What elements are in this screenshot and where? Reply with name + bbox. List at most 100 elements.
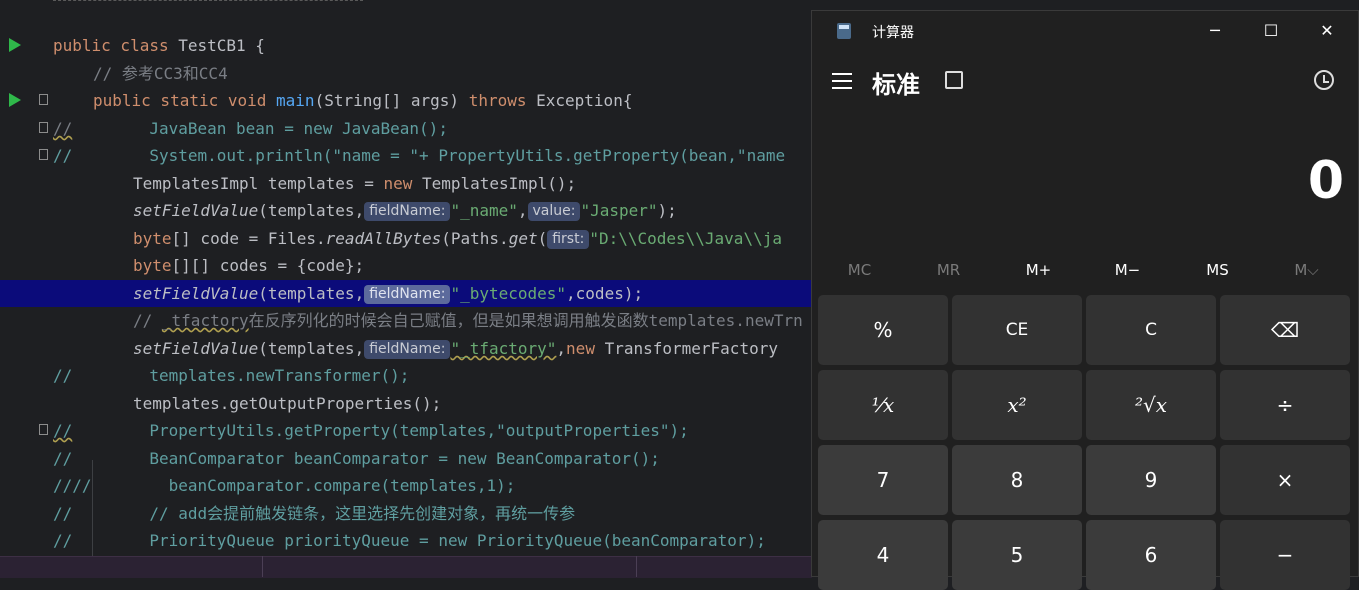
code-line[interactable]: // PropertyUtils.getProperty(templates,"… — [0, 417, 820, 444]
close-button[interactable]: ✕ — [1299, 11, 1355, 49]
minimize-button[interactable]: ─ — [1187, 11, 1243, 49]
memory-recall-button[interactable]: MR — [904, 261, 993, 279]
code-text: ); — [657, 201, 677, 220]
clear-button[interactable]: C — [1086, 295, 1216, 365]
code-text: (templates, — [258, 339, 365, 358]
fold-icon[interactable] — [39, 94, 48, 105]
code-line-selected[interactable]: setFieldValue(templates, fieldName: "_byte… — [0, 280, 820, 307]
history-icon[interactable] — [1314, 70, 1334, 90]
method-name: main — [276, 91, 315, 110]
code-text: (templates, — [258, 201, 365, 220]
keyword: public class — [53, 36, 179, 55]
memory-add-button[interactable]: M+ — [994, 261, 1083, 279]
code-text: (String[] args) — [314, 91, 469, 110]
fold-icon[interactable] — [39, 424, 48, 435]
comment-marker: // — [53, 421, 73, 440]
code-line[interactable]: // // add会提前触发链条，这里选择先创建对象，再统一传参 — [0, 500, 820, 527]
menu-icon[interactable] — [832, 73, 852, 89]
multiply-button[interactable]: × — [1220, 445, 1350, 515]
digit-6-button[interactable]: 6 — [1086, 520, 1216, 590]
percent-button[interactable]: % — [818, 295, 948, 365]
keyword: throws — [468, 91, 537, 110]
keep-on-top-icon[interactable] — [945, 71, 963, 89]
run-icon[interactable] — [9, 93, 21, 107]
code-text: TemplatesImpl templates = — [133, 174, 384, 193]
comment: // — [133, 311, 162, 330]
memory-store-button[interactable]: MS — [1173, 261, 1262, 279]
string-literal: "_name" — [450, 201, 518, 220]
window-title: 计算器 — [872, 25, 914, 41]
code-line[interactable]: setFieldValue(templates, fieldName: "_tfac… — [0, 335, 820, 362]
class-name: TestCB1 { — [178, 36, 265, 55]
comment: // add会提前触发链条，这里选择先创建对象，再统一传参 — [72, 504, 576, 523]
code-line[interactable]: public static void main(String[] args) t… — [0, 87, 820, 114]
method-call: setFieldValue — [133, 201, 259, 220]
digit-5-button[interactable]: 5 — [952, 520, 1082, 590]
comment: // 参考CC3和CC4 — [93, 64, 228, 83]
keyword: new — [566, 339, 605, 358]
code-line[interactable]: // _tfactory在反序列化的时候会自己赋值，但是如果想调用触发函数tem… — [0, 307, 820, 334]
memory-subtract-button[interactable]: M− — [1083, 261, 1172, 279]
reciprocal-button[interactable]: ⅟x — [818, 370, 948, 440]
parameter-hint: fieldName: — [364, 340, 451, 359]
code-line[interactable]: byte[] code = Files.readAllBytes(Paths.g… — [0, 225, 820, 252]
string-literal: "_tfactory" — [450, 339, 557, 358]
memory-clear-button[interactable]: MC — [815, 261, 904, 279]
comment: templates.newTransformer(); — [72, 366, 410, 385]
editor-separator — [53, 0, 363, 3]
square-button[interactable]: x² — [952, 370, 1082, 440]
parameter-hint: fieldName: — [364, 202, 451, 221]
keyword: byte — [133, 229, 172, 248]
comment: 在反序列化的时候会自己赋值，但是如果想调用触发函数templates.newTr… — [248, 311, 803, 330]
parameter-hint: fieldName: — [364, 285, 451, 304]
comment-marker: //// — [53, 476, 92, 495]
code-line[interactable]: public class TestCB1 { — [0, 32, 820, 59]
code-text: ( — [537, 229, 548, 248]
string-literal: "D:\\Codes\\Java\\ja — [589, 229, 782, 248]
code-line[interactable]: // System.out.println("name = "+ Propert… — [0, 142, 820, 169]
code-text: TemplatesImpl(); — [421, 174, 577, 193]
code-line[interactable]: //// beanComparator.compare(templates,1)… — [0, 472, 820, 499]
digit-8-button[interactable]: 8 — [952, 445, 1082, 515]
code-text: (Paths. — [441, 229, 509, 248]
run-icon[interactable] — [9, 38, 21, 52]
fold-icon[interactable] — [39, 149, 48, 160]
calculator-window: 计算器 ─ ☐ ✕ 标准 0 MC MR M+ M− MS M⌵ % CE C … — [811, 10, 1359, 590]
method-call: readAllBytes — [325, 229, 442, 248]
code-line[interactable]: byte[][] codes = {code}; — [0, 252, 820, 279]
panel-divider — [636, 556, 637, 577]
subtract-button[interactable]: − — [1220, 520, 1350, 590]
clear-entry-button[interactable]: CE — [952, 295, 1082, 365]
code-line[interactable]: // BeanComparator beanComparator = new B… — [0, 445, 820, 472]
mode-title: 标准 — [872, 71, 920, 99]
keyword: new — [383, 174, 422, 193]
code-text: [][] codes = {code}; — [171, 256, 365, 275]
code-line[interactable]: TemplatesImpl templates = new TemplatesI… — [0, 170, 820, 197]
code-line[interactable]: setFieldValue(templates, fieldName: "_name… — [0, 197, 820, 224]
digit-4-button[interactable]: 4 — [818, 520, 948, 590]
digit-7-button[interactable]: 7 — [818, 445, 948, 515]
code-line[interactable]: // 参考CC3和CC4 — [0, 60, 820, 87]
code-line[interactable]: // templates.newTransformer(); — [0, 362, 820, 389]
bottom-panel — [0, 556, 812, 578]
memory-list-button[interactable]: M⌵ — [1262, 261, 1351, 279]
maximize-button[interactable]: ☐ — [1243, 11, 1299, 49]
comment-marker: // — [53, 504, 73, 523]
square-root-button[interactable]: ²√x — [1086, 370, 1216, 440]
method-call: setFieldValue — [133, 339, 259, 358]
fold-icon[interactable] — [39, 122, 48, 133]
code-text: TransformerFactory — [604, 339, 778, 358]
digit-9-button[interactable]: 9 — [1086, 445, 1216, 515]
comment: PriorityQueue priorityQueue = new Priori… — [72, 531, 766, 550]
code-text: , — [517, 201, 528, 220]
code-line[interactable]: templates.getOutputProperties(); — [0, 390, 820, 417]
comment: System.out.println("name = "+ PropertyUt… — [72, 146, 786, 165]
method-call: setFieldValue — [133, 284, 259, 303]
code-line[interactable]: // PriorityQueue priorityQueue = new Pri… — [0, 527, 820, 554]
comment-marker: // — [53, 531, 73, 550]
code-line[interactable]: // JavaBean bean = new JavaBean(); — [0, 115, 820, 142]
backspace-button[interactable]: ⌫ — [1220, 295, 1350, 365]
parameter-hint: first: — [547, 230, 590, 249]
string-literal: "_bytecodes" — [450, 284, 567, 303]
divide-button[interactable]: ÷ — [1220, 370, 1350, 440]
